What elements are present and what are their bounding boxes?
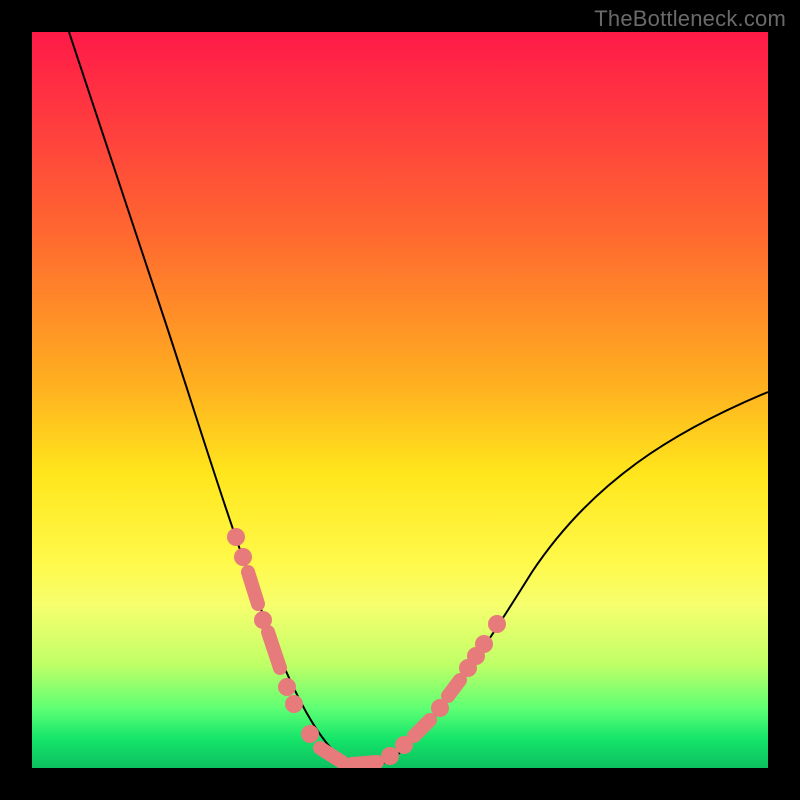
bottleneck-curve <box>69 32 768 766</box>
watermark-text: TheBottleneck.com <box>594 6 786 32</box>
chart-svg <box>32 32 768 768</box>
chart-frame: TheBottleneck.com <box>0 0 800 800</box>
highlight-dots <box>227 528 506 765</box>
chart-plot-area <box>32 32 768 768</box>
